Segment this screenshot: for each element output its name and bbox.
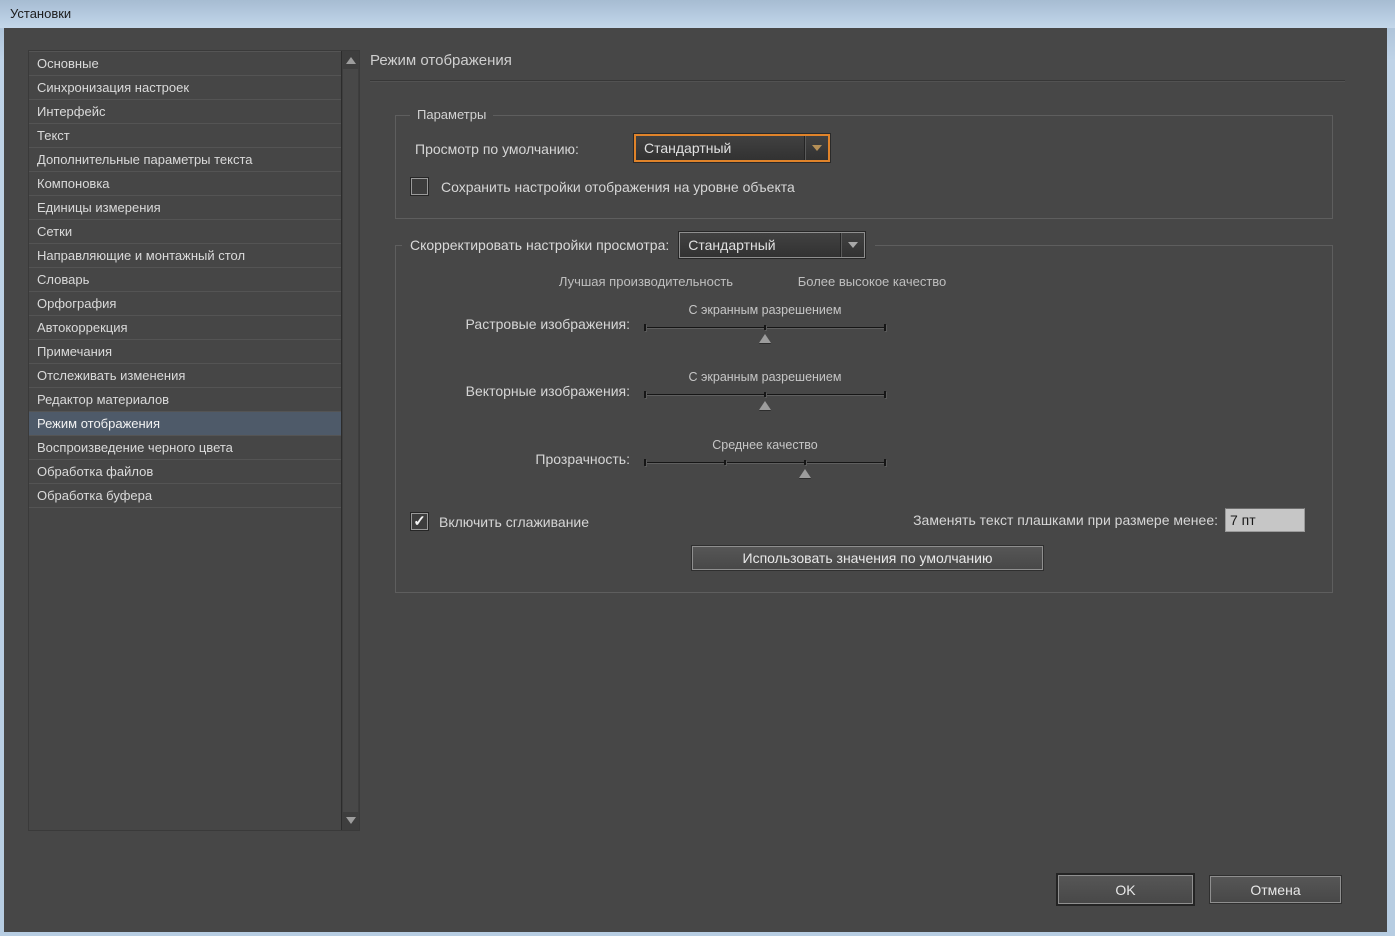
sidebar-item[interactable]: Примечания <box>29 340 341 364</box>
window-title: Установки <box>10 6 72 21</box>
slider-label: Прозрачность: <box>535 451 630 467</box>
slider-thumb[interactable] <box>759 401 771 410</box>
use-defaults-button[interactable]: Использовать значения по умолчанию <box>692 546 1043 570</box>
slider-track[interactable] <box>644 324 886 331</box>
slider-row: Растровые изображения: С экранным разреше… <box>396 303 1332 349</box>
quality-header: Более высокое качество <box>797 274 947 289</box>
preferences-dialog: Установки Основные Синхронизация настроек… <box>0 0 1395 936</box>
slider-row: Прозрачность: Среднее качество <box>396 438 1332 484</box>
options-group: Параметры Просмотр по умолчанию: Стандар… <box>395 107 1333 219</box>
slider[interactable]: Среднее качество <box>644 438 886 484</box>
sidebar-item[interactable]: Автокоррекция <box>29 316 341 340</box>
sidebar-item[interactable]: Воспроизведение черного цвета <box>29 436 341 460</box>
page-title: Режим отображения <box>370 52 512 69</box>
slider[interactable]: С экранным разрешением <box>644 303 886 349</box>
sidebar-item[interactable]: Орфография <box>29 292 341 316</box>
sidebar-item[interactable]: Единицы измерения <box>29 196 341 220</box>
sidebar-item[interactable]: Словарь <box>29 268 341 292</box>
sidebar-item[interactable]: Интерфейс <box>29 100 341 124</box>
slider-label: Векторные изображения: <box>465 383 630 399</box>
greek-text-label: Заменять текст плашками при размере мене… <box>913 512 1218 528</box>
default-view-dropdown[interactable]: Стандартный <box>634 134 830 162</box>
dropdown-arrow-button[interactable] <box>804 136 828 160</box>
slider-value-label: С экранным разрешением <box>688 303 842 317</box>
preserve-display-checkbox-label: Сохранить настройки отображения на уровн… <box>441 179 795 195</box>
scroll-up-icon[interactable] <box>346 57 356 64</box>
sidebar-item[interactable]: Обработка буфера <box>29 484 341 508</box>
sidebar-scrollbar[interactable] <box>341 51 359 830</box>
sidebar-item[interactable]: Компоновка <box>29 172 341 196</box>
slider-value-label: Среднее качество <box>712 438 818 452</box>
sidebar-item[interactable]: Текст <box>29 124 341 148</box>
performance-header: Лучшая производительность <box>558 274 734 289</box>
slider[interactable]: С экранным разрешением <box>644 370 886 416</box>
antialias-checkbox-label: Включить сглаживание <box>439 514 590 530</box>
sidebar-item[interactable]: Направляющие и монтажный стол <box>29 244 341 268</box>
slider-value-label: С экранным разрешением <box>688 370 842 384</box>
greek-size-input[interactable] <box>1225 508 1305 532</box>
ok-button[interactable]: OK <box>1058 875 1193 904</box>
sidebar-item[interactable]: Сетки <box>29 220 341 244</box>
cancel-button[interactable]: Отмена <box>1210 876 1341 903</box>
options-group-legend: Параметры <box>410 107 494 122</box>
slider-track[interactable] <box>644 391 886 398</box>
slider-label: Растровые изображения: <box>465 316 630 332</box>
preferences-list: Основные Синхронизация настроек Интерфейс Т… <box>29 51 341 830</box>
scroll-down-icon[interactable] <box>346 817 356 824</box>
antialias-checkbox[interactable]: ✓ <box>411 513 428 530</box>
adjust-view-group-legend: Скорректировать настройки просмотра: Ста… <box>402 232 876 258</box>
scrollbar-thumb[interactable] <box>343 69 358 812</box>
slider-track[interactable] <box>644 459 886 466</box>
adjust-view-label: Скорректировать настройки просмотра: <box>410 237 670 253</box>
preserve-display-checkbox[interactable] <box>411 178 428 195</box>
sidebar-item[interactable]: Отслеживать изменения <box>29 364 341 388</box>
chevron-down-icon <box>811 145 822 151</box>
sidebar-item[interactable]: Режим отображения <box>29 412 341 436</box>
dropdown-arrow-button[interactable] <box>840 233 864 257</box>
sidebar-item[interactable]: Обработка файлов <box>29 460 341 484</box>
slider-thumb[interactable] <box>799 469 812 478</box>
slider-thumb[interactable] <box>759 334 771 343</box>
sidebar-item[interactable]: Дополнительные параметры текста <box>29 148 341 172</box>
titlebar[interactable]: Установки <box>0 0 1395 28</box>
sidebar-item[interactable]: Редактор материалов <box>29 388 341 412</box>
default-view-dropdown-value: Стандартный <box>644 140 732 156</box>
slider-row: Векторные изображения: С экранным разреше… <box>396 370 1332 416</box>
preferences-category-list: Основные Синхронизация настроек Интерфейс Т… <box>28 50 360 831</box>
adjust-view-dropdown-value: Стандартный <box>688 237 776 253</box>
adjust-view-dropdown[interactable]: Стандартный <box>679 232 866 258</box>
sidebar-item[interactable]: Синхронизация настроек <box>29 76 341 100</box>
sidebar-item[interactable]: Основные <box>29 52 341 76</box>
dialog-body: Основные Синхронизация настроек Интерфейс Т… <box>4 28 1387 932</box>
default-view-label: Просмотр по умолчанию: <box>415 141 579 157</box>
chevron-down-icon <box>847 242 858 248</box>
adjust-view-group: Скорректировать настройки просмотра: Ста… <box>395 232 1333 593</box>
title-divider <box>370 80 1345 82</box>
